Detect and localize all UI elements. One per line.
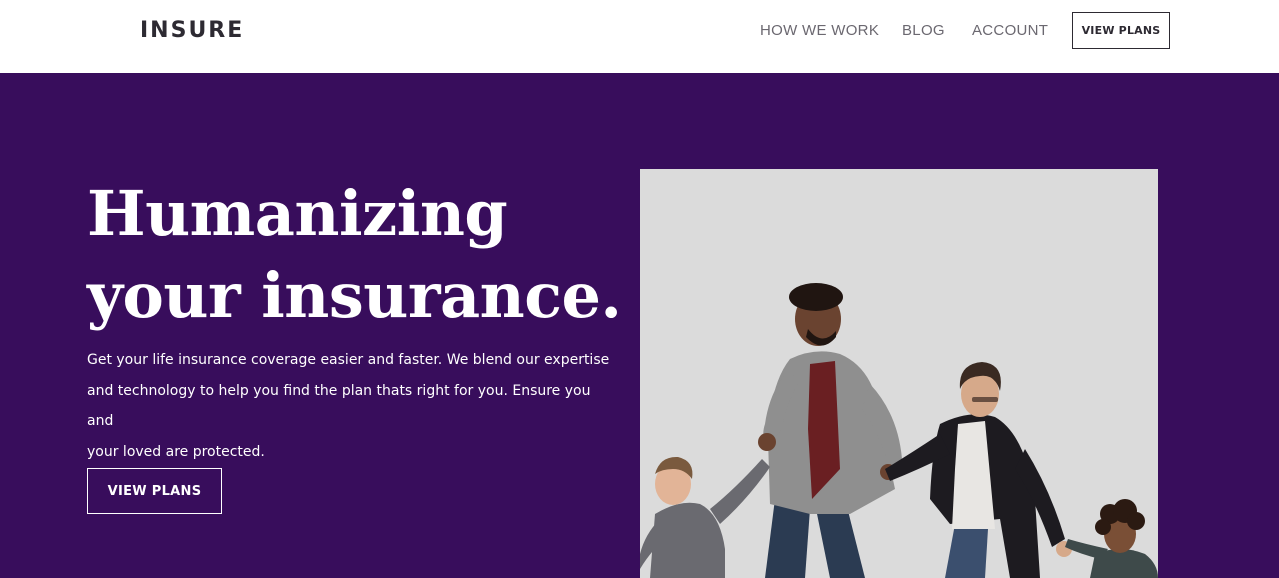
family-photo [640,169,1158,578]
hero-description-line-2: and technology to help you find the plan… [87,382,591,430]
hero-title-line-2: your insurance. [87,259,622,332]
hero-title-line-1: Humanizing [87,177,508,250]
site-header: INSURE HOW WE WORK BLOG ACCOUNT VIEW PLA… [0,0,1279,73]
hero-title: Humanizing your insurance. [87,173,627,337]
family-photo-illustration [640,169,1158,578]
hero-description: Get your life insurance coverage easier … [87,345,612,467]
nav-link-how-we-work[interactable]: HOW WE WORK [760,22,879,39]
nav-link-account[interactable]: ACCOUNT [972,22,1048,39]
hero-description-line-1: Get your life insurance coverage easier … [87,352,610,368]
hero-section: Humanizing your insurance. Get your life… [0,73,1279,578]
header-view-plans-button[interactable]: VIEW PLANS [1072,12,1170,49]
hero-view-plans-button[interactable]: VIEW PLANS [87,468,222,514]
logo[interactable]: INSURE [140,18,244,43]
nav-link-blog[interactable]: BLOG [902,22,945,39]
hero-description-line-3: your loved are protected. [87,443,265,460]
